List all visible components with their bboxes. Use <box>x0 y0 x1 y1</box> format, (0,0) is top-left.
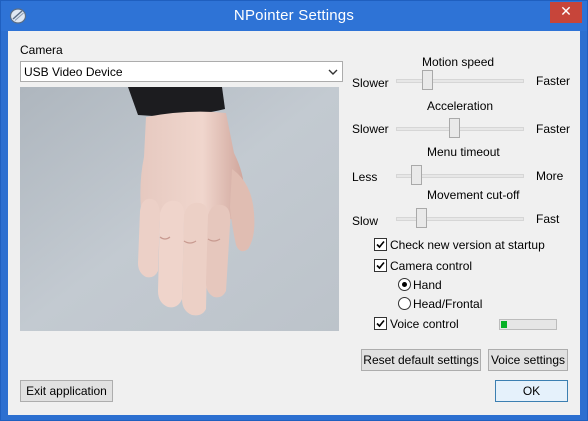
motion-speed-slider[interactable] <box>421 70 433 90</box>
hand-mode-radio[interactable] <box>398 278 411 291</box>
acceleration-max-label: Faster <box>536 122 571 136</box>
check-version-label[interactable]: Check new version at startup <box>390 238 545 252</box>
reset-defaults-button[interactable]: Reset default settings <box>361 349 481 371</box>
title-bar[interactable]: NPointer Settings ✕ <box>1 1 587 31</box>
menu-timeout-slider[interactable] <box>411 165 423 185</box>
acceleration-title: Acceleration <box>427 99 494 113</box>
motion-speed-max-label: Faster <box>536 74 571 88</box>
checkmark-icon <box>376 240 385 249</box>
exit-application-button[interactable]: Exit application <box>20 380 113 402</box>
voice-control-label[interactable]: Voice control <box>390 317 459 331</box>
camera-label: Camera <box>20 43 63 57</box>
client-area: Camera USB Video Device Motion speed Slo… <box>8 31 580 415</box>
motion-speed-min-label: Slower <box>352 76 389 90</box>
checkmark-icon <box>376 261 385 270</box>
window-title: NPointer Settings <box>233 7 355 24</box>
voice-level-meter <box>499 319 557 330</box>
close-button[interactable]: ✕ <box>550 2 582 23</box>
acceleration-min-label: Slower <box>352 122 389 136</box>
camera-device-select[interactable]: USB Video Device <box>20 61 343 82</box>
movement-cutoff-title: Movement cut-off <box>427 188 520 202</box>
checkmark-icon <box>376 319 385 328</box>
movement-cutoff-slider[interactable] <box>415 208 427 228</box>
settings-window: NPointer Settings ✕ Camera USB Video Dev… <box>0 0 588 421</box>
head-mode-label[interactable]: Head/Frontal <box>413 297 482 311</box>
motion-speed-title: Motion speed <box>422 55 495 69</box>
voice-settings-button[interactable]: Voice settings <box>488 349 568 371</box>
acceleration-slider[interactable] <box>448 118 460 138</box>
menu-timeout-title: Menu timeout <box>427 145 500 159</box>
movement-cutoff-max-label: Fast <box>536 212 560 226</box>
radio-dot-icon <box>402 282 407 287</box>
close-icon: ✕ <box>560 4 572 20</box>
head-mode-radio[interactable] <box>398 297 411 310</box>
motion-speed-track <box>396 79 524 83</box>
menu-timeout-min-label: Less <box>352 170 378 184</box>
voice-control-checkbox[interactable] <box>374 317 387 330</box>
voice-level-fill <box>501 321 507 328</box>
check-version-checkbox[interactable] <box>374 238 387 251</box>
camera-control-label[interactable]: Camera control <box>390 259 472 273</box>
acceleration-track <box>396 127 524 131</box>
ok-button[interactable]: OK <box>495 380 568 402</box>
camera-preview <box>20 87 339 331</box>
menu-timeout-max-label: More <box>536 169 564 183</box>
hand-mode-label[interactable]: Hand <box>413 278 442 292</box>
camera-control-checkbox[interactable] <box>374 259 387 272</box>
movement-cutoff-min-label: Slow <box>352 214 379 228</box>
chevron-down-icon <box>328 69 338 75</box>
camera-device-value: USB Video Device <box>24 65 123 79</box>
